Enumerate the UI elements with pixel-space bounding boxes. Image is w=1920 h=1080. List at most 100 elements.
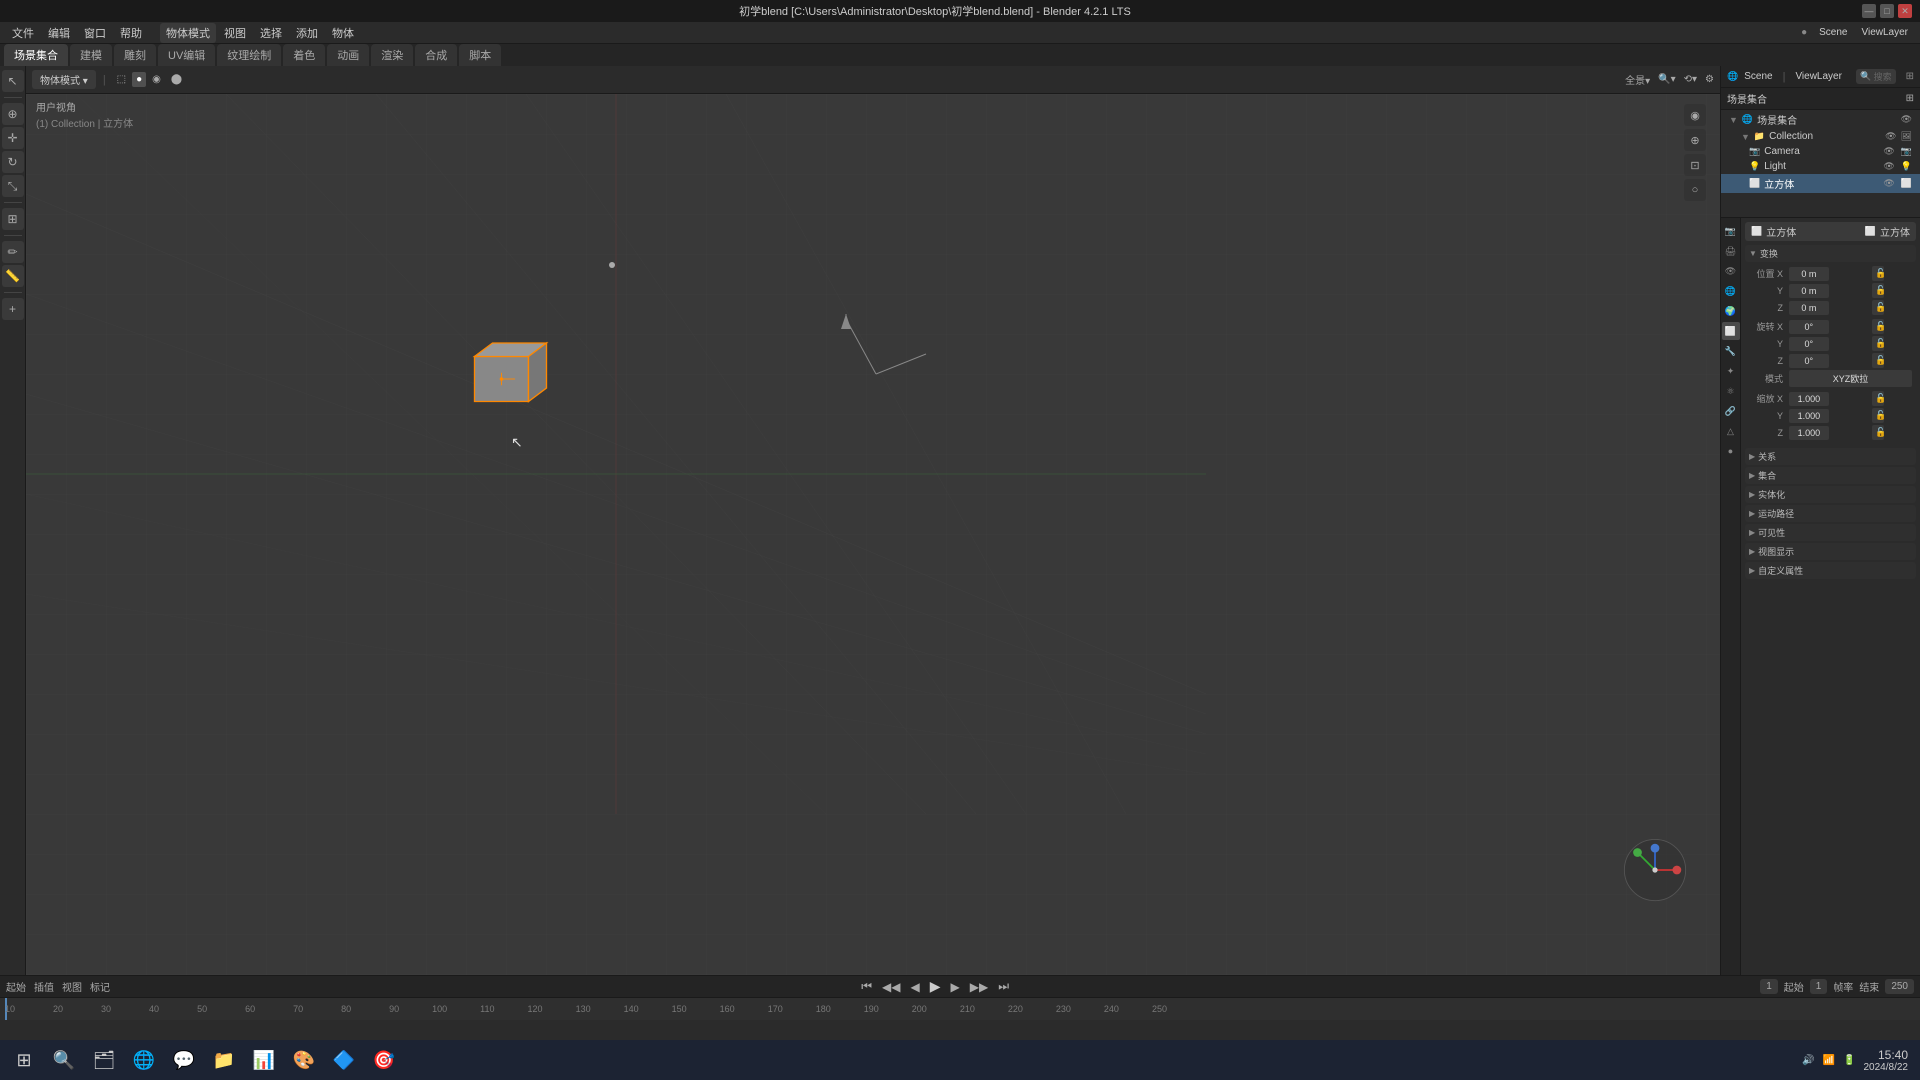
section-viewport-display[interactable]: ▶ 视图显示 xyxy=(1745,543,1916,560)
shading-wireframe[interactable]: ⬚ xyxy=(113,72,130,87)
object-mesh-name[interactable]: 立方体 xyxy=(1880,224,1910,239)
location-z[interactable]: 0 m xyxy=(1789,301,1829,315)
maximize-btn[interactable]: □ xyxy=(1880,4,1894,18)
ws-tab-sculpt[interactable]: 雕刻 xyxy=(114,44,156,66)
scale-lock-x[interactable]: 🔓 xyxy=(1872,391,1884,406)
section-instancing[interactable]: ▶ 实体化 xyxy=(1745,486,1916,503)
prop-tab-modifier[interactable]: 🔧 xyxy=(1722,342,1740,360)
scene-select[interactable]: Scene xyxy=(1813,25,1853,40)
ws-tab-shading[interactable]: 着色 xyxy=(283,44,325,66)
tool-add[interactable]: + xyxy=(2,298,24,320)
section-visibility[interactable]: ▶ 可见性 xyxy=(1745,524,1916,541)
menu-objectmode[interactable]: 物体模式 xyxy=(160,23,216,43)
tl-btn-prevkey[interactable]: ◀◀ xyxy=(879,978,903,996)
tl-keying-label[interactable]: 插值 xyxy=(34,979,54,994)
prop-tab-physics[interactable]: ⚛ xyxy=(1722,382,1740,400)
section-relations[interactable]: ▶ 关系 xyxy=(1745,448,1916,465)
tl-btn-prev[interactable]: ◀ xyxy=(907,978,922,996)
taskbar-edge[interactable]: 🌐 xyxy=(124,1041,164,1079)
tl-btn-next[interactable]: ▶ xyxy=(947,978,962,996)
timeline-ruler-area[interactable]: 10 20 30 40 50 60 70 80 90 100 110 120 1… xyxy=(0,998,1920,1020)
tl-btn-jumpstart[interactable]: ⏮ xyxy=(858,977,875,996)
lock-y[interactable]: 🔓 xyxy=(1872,283,1884,298)
scale-z[interactable]: 1.000 xyxy=(1789,426,1829,440)
mode-selector[interactable]: 物体模式 ▾ xyxy=(32,70,96,89)
rotation-y[interactable]: 0° xyxy=(1789,337,1829,351)
rot-lock-z[interactable]: 🔓 xyxy=(1872,353,1884,368)
rotation-z[interactable]: 0° xyxy=(1789,354,1829,368)
menu-file[interactable]: 文件 xyxy=(6,23,40,43)
ws-tab-texture[interactable]: 纹理绘制 xyxy=(217,44,281,66)
shading-render[interactable]: ⬤ xyxy=(167,72,186,87)
taskbar-clock[interactable]: 15:40 2024/8/22 xyxy=(1864,1048,1909,1073)
menu-view[interactable]: 视图 xyxy=(218,23,252,43)
taskbar-widgets[interactable]: 🗂 xyxy=(84,1041,124,1079)
tray-icon-network[interactable]: 📶 xyxy=(1823,1055,1835,1066)
menu-edit[interactable]: 编辑 xyxy=(42,23,76,43)
location-y[interactable]: 0 m xyxy=(1789,284,1829,298)
prop-tab-constraints[interactable]: 🔗 xyxy=(1722,402,1740,420)
taskbar-start[interactable]: ⊞ xyxy=(4,1041,44,1079)
prop-tab-particles[interactable]: ✦ xyxy=(1722,362,1740,380)
section-motion-paths[interactable]: ▶ 运动路径 xyxy=(1745,505,1916,522)
outliner-filter-icon[interactable]: ⊞ xyxy=(1906,93,1914,104)
outliner-item-camera[interactable]: 📷 Camera 👁 📷 xyxy=(1721,144,1920,159)
menu-select[interactable]: 选择 xyxy=(254,23,288,43)
tl-start-frame[interactable]: 1 xyxy=(1810,979,1828,994)
menu-add[interactable]: 添加 xyxy=(290,23,324,43)
gizmo-gizmo[interactable]: ⊕ xyxy=(1684,129,1706,151)
scene-collection-eye[interactable]: 👁 xyxy=(1901,114,1912,125)
camera-eye[interactable]: 👁 xyxy=(1883,146,1894,157)
prop-tab-data[interactable]: △ xyxy=(1722,422,1740,440)
tl-btn-nextkey[interactable]: ▶▶ xyxy=(967,978,991,996)
taskbar-app10[interactable]: 🎯 xyxy=(364,1041,404,1079)
tool-cursor[interactable]: ⊕ xyxy=(2,103,24,125)
ws-tab-animation[interactable]: 动画 xyxy=(327,44,369,66)
light-eye[interactable]: 👁 xyxy=(1883,161,1894,172)
shading-material[interactable]: ◉ xyxy=(148,72,165,87)
viewlayer-select[interactable]: ViewLayer xyxy=(1855,25,1914,40)
rot-lock-x[interactable]: 🔓 xyxy=(1872,319,1884,334)
shading-solid[interactable]: ● xyxy=(132,72,146,87)
tl-end-frame[interactable]: 250 xyxy=(1885,979,1914,994)
main-viewport[interactable]: 用户视角 (1) Collection | 立方体 ◉ ⊕ ⊡ ○ xyxy=(26,94,1720,975)
prop-tab-material[interactable]: ● xyxy=(1722,442,1740,460)
scale-x[interactable]: 1.000 xyxy=(1789,392,1829,406)
collection-render[interactable]: 🖼 xyxy=(1901,131,1912,142)
scale-lock-z[interactable]: 🔓 xyxy=(1872,425,1884,440)
tool-annotate[interactable]: ✏ xyxy=(2,241,24,263)
cube-eye[interactable]: 👁 xyxy=(1883,178,1894,189)
prop-tab-view[interactable]: 👁 xyxy=(1722,262,1740,280)
tl-playback-label[interactable]: 起始 xyxy=(6,979,26,994)
ws-tab-compositing[interactable]: 合成 xyxy=(415,44,457,66)
outliner-item-scene-collection[interactable]: ▼ 🌐 场景集合 👁 xyxy=(1721,110,1920,129)
tool-move[interactable]: ✛ xyxy=(2,127,24,149)
ws-tab-modeling[interactable]: 建模 xyxy=(70,44,112,66)
3d-cube[interactable] xyxy=(456,334,556,424)
prop-tab-object[interactable]: ⬜ xyxy=(1722,322,1740,340)
tray-icon-battery[interactable]: 🔋 xyxy=(1843,1055,1855,1066)
ws-tab-layout[interactable]: 场景集合 xyxy=(4,44,68,66)
taskbar-excel[interactable]: 📊 xyxy=(244,1041,284,1079)
tl-btn-jumpend[interactable]: ⏭ xyxy=(995,977,1012,996)
lock-x[interactable]: 🔓 xyxy=(1872,266,1884,281)
collection-eye[interactable]: 👁 xyxy=(1885,131,1896,142)
outliner-item-cube[interactable]: ⬜ 立方体 👁 ⬜ xyxy=(1721,174,1920,193)
gizmo-proportional[interactable]: ○ xyxy=(1684,179,1706,201)
prop-tab-world[interactable]: 🌍 xyxy=(1722,302,1740,320)
viewport-navigation-gizmo[interactable] xyxy=(1620,835,1700,915)
taskbar-app9[interactable]: 🔷 xyxy=(324,1041,364,1079)
object-name-label[interactable]: 立方体 xyxy=(1766,224,1796,239)
search-box[interactable]: 🔍搜索 xyxy=(1856,69,1895,84)
prop-tab-scene[interactable]: 🌐 xyxy=(1722,282,1740,300)
outliner-item-light[interactable]: 💡 Light 👁 💡 xyxy=(1721,159,1920,174)
taskbar-search[interactable]: 🔍 xyxy=(44,1041,84,1079)
scale-lock-y[interactable]: 🔓 xyxy=(1872,408,1884,423)
tool-transform[interactable]: ⊞ xyxy=(2,208,24,230)
rotation-x[interactable]: 0° xyxy=(1789,320,1829,334)
ws-tab-uv[interactable]: UV编辑 xyxy=(158,44,215,66)
filter-icon[interactable]: ⊞ xyxy=(1906,71,1914,82)
tl-view-label[interactable]: 视图 xyxy=(62,979,82,994)
menu-window[interactable]: 窗口 xyxy=(78,23,112,43)
section-custom-props[interactable]: ▶ 自定义属性 xyxy=(1745,562,1916,579)
